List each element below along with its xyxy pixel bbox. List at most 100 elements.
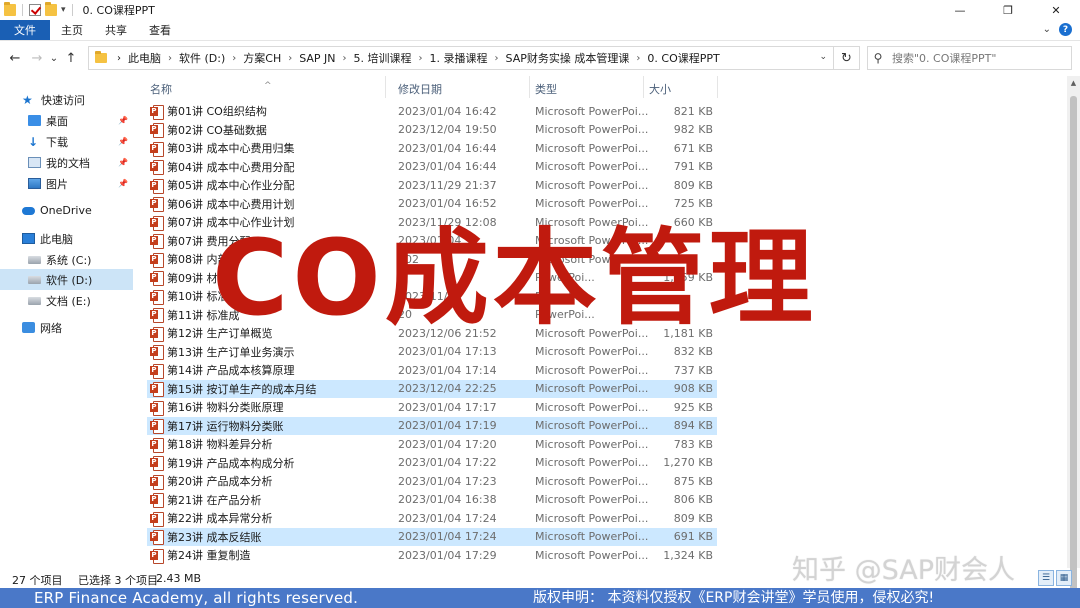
customize-toolbar-icon[interactable]: ▾ bbox=[61, 5, 66, 15]
tab-file[interactable]: 文件 bbox=[0, 20, 50, 40]
file-row[interactable]: 第01讲 CO组织结构 2023/01/04 16:42 Microsoft Pow… bbox=[147, 102, 717, 120]
ribbon-right-controls: ⌄ ? bbox=[1043, 23, 1072, 36]
file-row[interactable]: 第13讲 生产订单业务演示 2023/01/04 17:13 Microsoft P… bbox=[147, 343, 717, 361]
file-row[interactable]: 第20讲 产品成本分析 2023/01/04 17:23 Microsoft Pow… bbox=[147, 472, 717, 490]
file-name: 第13讲 生产订单业务演示 bbox=[167, 345, 295, 359]
chevron-right-icon: › bbox=[288, 52, 293, 64]
vertical-scrollbar[interactable]: ▲ bbox=[1067, 76, 1080, 601]
breadcrumb-sap-jn[interactable]: SAP JN bbox=[296, 52, 338, 65]
breadcrumb-training[interactable]: 5. 培训课程 bbox=[351, 50, 415, 66]
breadcrumb-recorded[interactable]: 1. 录播课程 bbox=[427, 50, 491, 66]
nav-documents[interactable]: 我的文档 📌 bbox=[0, 152, 133, 173]
nav-drive-e[interactable]: 文档 (E:) bbox=[0, 290, 133, 311]
file-size: 1,324 KB bbox=[663, 548, 713, 562]
scrollbar-thumb[interactable] bbox=[1070, 96, 1077, 601]
file-size: 737 KB bbox=[673, 363, 713, 377]
powerpoint-file-icon bbox=[150, 141, 164, 157]
details-view-icon[interactable]: ☰ bbox=[1038, 570, 1054, 586]
new-folder-icon[interactable] bbox=[45, 2, 57, 16]
nav-downloads[interactable]: ↓ 下载 📌 bbox=[0, 131, 133, 152]
chevron-right-icon: › bbox=[342, 52, 347, 64]
file-row[interactable]: 第23讲 成本反结账 2023/01/04 17:24 Microsoft Powe… bbox=[147, 527, 717, 546]
file-name: 第02讲 CO基础数据 bbox=[167, 123, 267, 137]
column-divider[interactable] bbox=[385, 76, 386, 98]
column-divider[interactable] bbox=[529, 76, 530, 98]
minimize-button[interactable]: — bbox=[936, 0, 984, 20]
file-row[interactable]: 第04讲 成本中心费用分配 2023/01/04 16:44 Microsoft P… bbox=[147, 158, 717, 176]
pin-icon[interactable]: 📌 bbox=[118, 137, 128, 146]
drive-icon bbox=[28, 255, 41, 264]
scroll-up-icon[interactable]: ▲ bbox=[1067, 79, 1080, 87]
file-date: 2023/01/04 17:24 bbox=[398, 511, 497, 525]
nav-drive-c[interactable]: 系统 (C:) bbox=[0, 249, 133, 270]
nav-quick-access[interactable]: ★ 快速访问 bbox=[0, 89, 133, 110]
drive-icon bbox=[28, 275, 41, 284]
nav-network[interactable]: 网络 bbox=[0, 317, 133, 338]
file-date: 2023/01/04 17:19 bbox=[398, 419, 497, 432]
file-row[interactable]: 第18讲 物料差异分析 2023/01/04 17:20 Microsoft Pow… bbox=[147, 435, 717, 453]
large-icons-view-icon[interactable]: ▦ bbox=[1056, 570, 1072, 586]
search-box[interactable]: ⚲ 搜索"0. CO课程PPT" bbox=[867, 46, 1072, 70]
column-header-size[interactable]: 大小 bbox=[649, 81, 671, 97]
nav-onedrive[interactable]: OneDrive bbox=[0, 200, 133, 221]
file-row[interactable]: 第02讲 CO基础数据 2023/12/04 19:50 Microsoft Pow… bbox=[147, 121, 717, 139]
view-toggle: ☰ ▦ bbox=[1038, 570, 1072, 586]
maximize-button[interactable]: ❐ bbox=[984, 0, 1032, 20]
breadcrumb-course[interactable]: SAP财务实操 成本管理课 bbox=[503, 50, 633, 66]
breadcrumb-fangan[interactable]: 方案CH bbox=[240, 50, 284, 66]
column-header-type[interactable]: 类型 bbox=[535, 81, 557, 97]
address-bar[interactable]: › 此电脑 › 软件 (D:) › 方案CH › SAP JN › 5. 培训课程 › 1… bbox=[88, 46, 860, 70]
file-row[interactable]: 第03讲 成本中心费用归集 2023/01/04 16:44 Microsoft P… bbox=[147, 139, 717, 157]
breadcrumb-drive-d[interactable]: 软件 (D:) bbox=[176, 50, 228, 66]
tab-view[interactable]: 查看 bbox=[138, 20, 182, 40]
column-divider[interactable] bbox=[643, 76, 644, 98]
back-button[interactable]: ← bbox=[4, 51, 26, 66]
forward-button[interactable]: → bbox=[26, 51, 48, 66]
status-selected-count: 已选择 3 个项目 bbox=[78, 574, 158, 587]
tab-share[interactable]: 共享 bbox=[94, 20, 138, 40]
window-controls: — ❐ ✕ bbox=[936, 0, 1080, 20]
refresh-button[interactable]: ↻ bbox=[833, 47, 859, 69]
toolbar-separator bbox=[22, 4, 23, 16]
address-dropdown-icon[interactable]: ⌄ bbox=[819, 52, 827, 62]
tab-home[interactable]: 主页 bbox=[50, 20, 94, 40]
file-row[interactable]: 第22讲 成本异常分析 2023/01/04 17:24 Microsoft Pow… bbox=[147, 509, 717, 527]
file-date: 2023/12/04 19:50 bbox=[398, 123, 497, 136]
column-divider[interactable] bbox=[717, 76, 718, 98]
close-button[interactable]: ✕ bbox=[1032, 0, 1080, 20]
powerpoint-file-icon bbox=[150, 511, 164, 527]
nav-drive-d[interactable]: 软件 (D:) bbox=[0, 269, 133, 290]
file-date: 2023/01/04 16:44 bbox=[398, 141, 497, 155]
file-row[interactable]: 第06讲 成本中心费用计划 2023/01/04 16:52 Microsoft P… bbox=[147, 195, 717, 213]
pin-icon[interactable]: 📌 bbox=[118, 116, 128, 125]
nav-desktop[interactable]: 桌面 📌 bbox=[0, 110, 133, 131]
up-button[interactable]: ↑ bbox=[60, 51, 82, 66]
file-row[interactable]: 第19讲 产品成本构成分析 2023/01/04 17:22 Microsoft P… bbox=[147, 454, 717, 472]
file-row[interactable]: 第15讲 按订单生产的成本月结 2023/12/04 22:25 Microsoft… bbox=[147, 379, 717, 398]
column-header-date[interactable]: 修改日期 bbox=[398, 81, 442, 97]
pin-icon[interactable]: 📌 bbox=[118, 158, 128, 167]
nav-this-pc[interactable]: 此电脑 bbox=[0, 228, 133, 249]
help-icon[interactable]: ? bbox=[1059, 23, 1072, 36]
file-row[interactable]: 第24讲 重复制造 2023/01/04 17:29 Microsoft Power… bbox=[147, 546, 717, 564]
file-row[interactable]: 第05讲 成本中心作业分配 2023/11/29 21:37 Microsoft P… bbox=[147, 176, 717, 194]
navigation-row: ← → ⌄ ↑ › 此电脑 › 软件 (D:) › 方案CH › SAP JN › 5.… bbox=[0, 44, 1080, 72]
properties-icon[interactable] bbox=[29, 4, 41, 16]
file-date: 2023/01/04 17:13 bbox=[398, 345, 497, 358]
file-row[interactable]: 第14讲 产品成本核算原理 2023/01/04 17:14 Microsoft P… bbox=[147, 361, 717, 379]
file-size: 725 KB bbox=[673, 197, 713, 210]
recent-locations-button[interactable]: ⌄ bbox=[48, 53, 60, 64]
nav-item-label: OneDrive bbox=[40, 204, 92, 217]
column-header-name[interactable]: 名称 bbox=[150, 81, 172, 97]
breadcrumb-current[interactable]: 0. CO课程PPT bbox=[644, 50, 722, 66]
cloud-icon bbox=[22, 206, 35, 215]
pin-icon[interactable]: 📌 bbox=[118, 179, 128, 188]
search-icon: ⚲ bbox=[873, 51, 883, 65]
file-row[interactable]: 第17讲 运行物料分类账 2023/01/04 17:19 Microsoft Po… bbox=[147, 416, 717, 435]
file-row[interactable]: 第16讲 物料分类账原理 2023/01/04 17:17 Microsoft Po… bbox=[147, 398, 717, 416]
file-row[interactable]: 第21讲 在产品分析 2023/01/04 16:38 Microsoft Powe… bbox=[147, 491, 717, 509]
breadcrumb-this-pc[interactable]: 此电脑 bbox=[125, 50, 164, 66]
picture-icon bbox=[28, 178, 41, 189]
chevron-down-icon[interactable]: ⌄ bbox=[1043, 24, 1051, 35]
nav-pictures[interactable]: 图片 📌 bbox=[0, 173, 133, 194]
